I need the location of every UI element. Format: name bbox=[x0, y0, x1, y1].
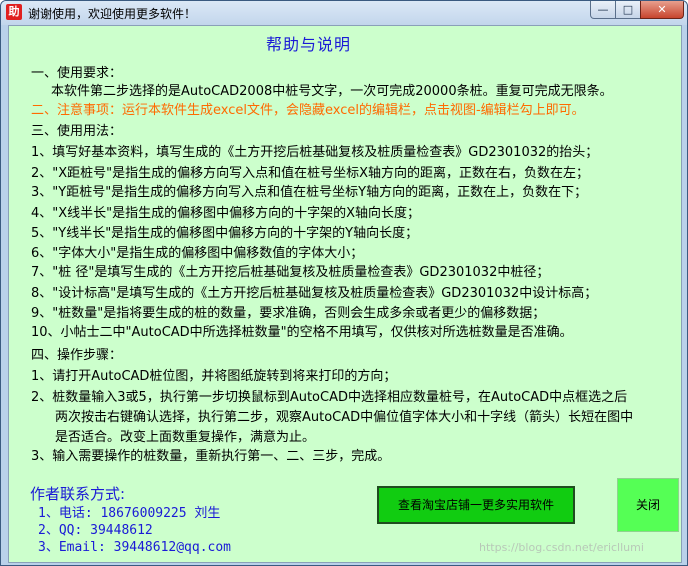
view-taobao-store-button[interactable]: 查看淘宝店铺一更多实用软件 bbox=[377, 486, 575, 524]
section-requirements-title: 一、使用要求： bbox=[31, 66, 123, 81]
close-button[interactable]: 关闭 bbox=[617, 478, 679, 532]
app-icon: 助 bbox=[6, 4, 22, 20]
maximize-button[interactable]: □ bbox=[615, 1, 641, 19]
section-usage-title: 三、使用用法： bbox=[31, 124, 123, 139]
usage-item-9: 9、"桩数量"是指将要生成的桩的数量，要求准确，否则会生成多余或者更少的偏移数据… bbox=[31, 306, 546, 321]
step-item-2-cont-1: 两次按击右键确认选择，执行第二步，观察AutoCAD中偏位值字体大小和十字线（箭… bbox=[55, 410, 634, 425]
notice-text: 二、注意事项：运行本软件生成excel文件，会隐藏excel的编辑栏，点击视图-… bbox=[31, 103, 585, 118]
usage-item-7: 7、"桩 径"是填写生成的《土方开挖后桩基础复核及桩质量检查表》GD230103… bbox=[31, 265, 550, 280]
page-title: 帮助与说明 bbox=[266, 35, 352, 54]
step-item-3: 3、输入需要操作的桩数量，重新执行第一、二、三步，完成。 bbox=[31, 449, 391, 464]
close-window-button[interactable]: ✕ bbox=[640, 1, 684, 19]
watermark-text: https://blog.csdn.net/ericllumi bbox=[479, 541, 644, 554]
section-steps-title: 四、操作步骤： bbox=[31, 348, 123, 363]
usage-item-2: 2、"X距桩号"是指生成的偏移方向写入点和值在桩号坐标X轴方向的距离，正数在右，… bbox=[31, 166, 590, 181]
requirements-text: 本软件第二步选择的是AutoCAD2008中桩号文字，一次可完成20000条桩。… bbox=[51, 84, 613, 99]
window-title: 谢谢使用，欢迎使用更多软件！ bbox=[28, 7, 197, 21]
usage-item-4: 4、"X线半长"是指生成的偏移图中偏移方向的十字架的X轴向长度； bbox=[31, 206, 421, 221]
usage-item-10: 10、小帖士二中"AutoCAD中所选择桩数量"的空格不用填写，仅供核对所选桩数… bbox=[31, 325, 573, 340]
step-item-1: 1、请打开AutoCAD桩位图，并将图纸旋转到将来打印的方向； bbox=[31, 369, 397, 384]
help-panel: 帮助与说明 一、使用要求： 本软件第二步选择的是AutoCAD2008中桩号文字… bbox=[8, 25, 682, 563]
step-item-2: 2、桩数量输入3或5，执行第一步切换鼠标到AutoCAD中选择相应数量桩号，在A… bbox=[31, 390, 628, 405]
minimize-button[interactable]: — bbox=[590, 1, 616, 19]
usage-item-5: 5、"Y线半长"是指生成的偏移图中偏移方向的十字架的Y轴向长度； bbox=[31, 226, 419, 241]
usage-item-1: 1、填写好基本资料，填写生成的《土方开挖后桩基础复核及桩质量检查表》GD2301… bbox=[31, 145, 599, 160]
usage-item-3: 3、"Y距桩号"是指生成的偏移方向写入点和值在桩号坐标Y轴方向的距离，正数在上，… bbox=[31, 185, 588, 200]
contact-title: 作者联系方式: bbox=[30, 485, 126, 503]
step-item-2-cont-2: 是否适合。改变上面数重复操作，满意为止。 bbox=[55, 430, 316, 445]
contact-email: 3、Email: 39448612@qq.com bbox=[38, 540, 232, 555]
app-window: 助 谢谢使用，欢迎使用更多软件！ — □ ✕ 帮助与说明 一、使用要求： 本软件… bbox=[0, 0, 688, 566]
usage-item-6: 6、"字体大小"是指生成的偏移图中偏移数值的字体大小； bbox=[31, 246, 364, 261]
title-bar[interactable]: 助 谢谢使用，欢迎使用更多软件！ — □ ✕ bbox=[1, 1, 687, 25]
usage-item-8: 8、"设计标高"是填写生成的《土方开挖后桩基础复核及桩质量检查表》GD23010… bbox=[31, 286, 598, 301]
